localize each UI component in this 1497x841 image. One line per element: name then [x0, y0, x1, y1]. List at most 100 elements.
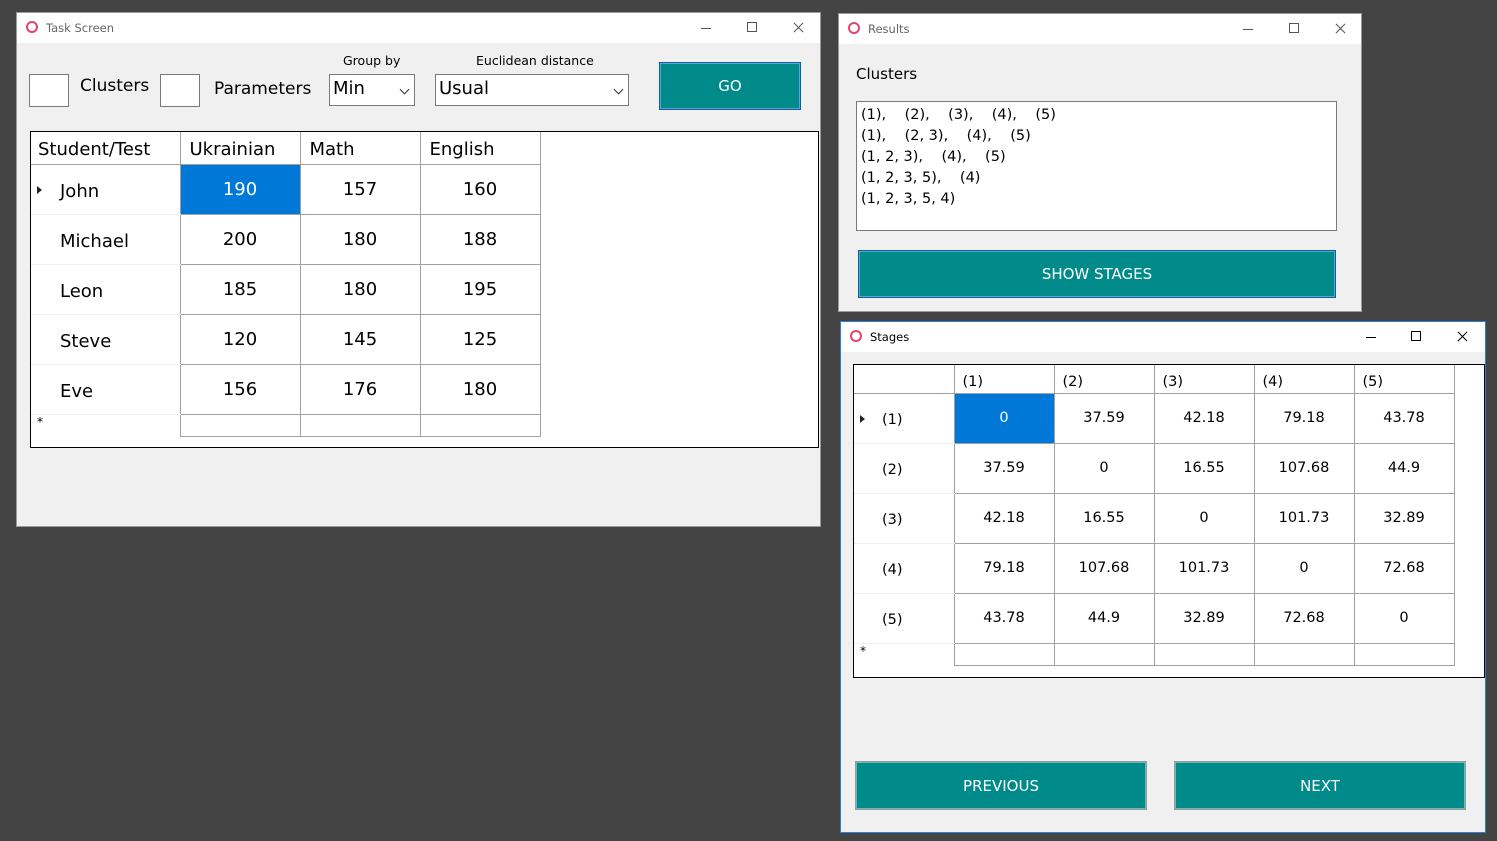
table-cell[interactable]: 180 — [299, 213, 421, 265]
column-header-student-test[interactable]: Student/Test — [31, 132, 181, 165]
table-cell[interactable]: 200 — [179, 213, 301, 265]
column-header-4[interactable]: (4) — [1253, 365, 1355, 394]
table-row[interactable]: (5) 43.78 44.9 32.89 72.68 0 — [854, 592, 1455, 644]
clusters-input[interactable] — [29, 74, 69, 107]
table-row[interactable]: Eve 156 176 180 — [31, 363, 541, 415]
table-cell[interactable]: 32.89 — [1153, 592, 1255, 644]
column-header-ukrainian[interactable]: Ukrainian — [179, 132, 301, 165]
table-cell[interactable]: 180 — [299, 263, 421, 315]
table-cell[interactable]: 0 — [953, 392, 1055, 444]
table-row[interactable]: Leon 185 180 195 — [31, 263, 541, 315]
column-header-3[interactable]: (3) — [1153, 365, 1255, 394]
stages-grid[interactable]: (1) (2) (3) (4) (5) (1) 0 37.59 42.18 79.18 4… — [853, 364, 1485, 678]
table-cell[interactable]: 72.68 — [1353, 542, 1455, 594]
maximize-icon[interactable] — [1271, 14, 1317, 44]
table-cell[interactable]: 188 — [419, 213, 541, 265]
task-screen-titlebar[interactable]: Task Screen — [17, 13, 820, 43]
column-header-2[interactable]: (2) — [1053, 365, 1155, 394]
table-cell[interactable]: 43.78 — [953, 592, 1055, 644]
column-header-english[interactable]: English — [419, 132, 541, 165]
row-header[interactable]: * — [31, 414, 181, 436]
table-cell[interactable]: 79.18 — [953, 542, 1055, 594]
table-cell[interactable]: 120 — [179, 313, 301, 365]
table-cell[interactable]: 42.18 — [953, 492, 1055, 544]
parameters-input[interactable] — [160, 74, 200, 107]
row-header[interactable]: Michael — [31, 214, 181, 265]
table-row[interactable]: (4) 79.18 107.68 101.73 0 72.68 — [854, 542, 1455, 594]
table-cell[interactable]: 42.18 — [1153, 392, 1255, 444]
row-header[interactable]: (3) — [854, 493, 955, 544]
next-button[interactable]: NEXT — [1174, 761, 1466, 810]
table-cell[interactable]: 0 — [1053, 442, 1155, 494]
minimize-icon[interactable] — [1225, 14, 1271, 44]
table-cell[interactable] — [1153, 642, 1255, 666]
distance-select[interactable]: Usual — [435, 74, 629, 106]
table-cell[interactable]: 125 — [419, 313, 541, 365]
group-by-select[interactable]: Min — [329, 74, 415, 106]
table-cell[interactable] — [179, 413, 301, 437]
table-cell[interactable]: 107.68 — [1253, 442, 1355, 494]
close-icon[interactable] — [1317, 14, 1363, 44]
row-header[interactable]: Leon — [31, 264, 181, 315]
table-cell[interactable]: 44.9 — [1053, 592, 1155, 644]
maximize-icon[interactable] — [1393, 322, 1439, 352]
table-cell[interactable]: 176 — [299, 363, 421, 415]
table-cell[interactable]: 195 — [419, 263, 541, 315]
new-row[interactable]: * — [31, 413, 541, 437]
table-row[interactable]: Michael 200 180 188 — [31, 213, 541, 265]
table-cell[interactable]: 43.78 — [1353, 392, 1455, 444]
previous-button[interactable]: PREVIOUS — [855, 761, 1147, 810]
table-cell[interactable]: 0 — [1253, 542, 1355, 594]
table-cell[interactable] — [953, 642, 1055, 666]
table-cell[interactable]: 101.73 — [1153, 542, 1255, 594]
table-cell[interactable]: 16.55 — [1153, 442, 1255, 494]
table-cell[interactable]: 101.73 — [1253, 492, 1355, 544]
row-header[interactable]: (1) — [854, 393, 955, 444]
table-cell[interactable]: 72.68 — [1253, 592, 1355, 644]
row-header[interactable]: * — [854, 643, 955, 665]
column-header-1[interactable]: (1) — [953, 365, 1055, 394]
minimize-icon[interactable] — [1348, 322, 1394, 352]
table-cell[interactable]: 16.55 — [1053, 492, 1155, 544]
table-row[interactable]: Steve 120 145 125 — [31, 313, 541, 365]
new-row[interactable]: * — [854, 642, 1455, 666]
table-cell[interactable]: 32.89 — [1353, 492, 1455, 544]
table-row[interactable]: (1) 0 37.59 42.18 79.18 43.78 — [854, 392, 1455, 444]
table-cell[interactable]: 185 — [179, 263, 301, 315]
minimize-icon[interactable] — [683, 13, 729, 43]
row-header[interactable]: Steve — [31, 314, 181, 365]
table-cell[interactable]: 0 — [1353, 592, 1455, 644]
column-header-math[interactable]: Math — [299, 132, 421, 165]
results-titlebar[interactable]: Results — [839, 14, 1361, 44]
table-row[interactable]: (2) 37.59 0 16.55 107.68 44.9 — [854, 442, 1455, 494]
table-cell[interactable]: 37.59 — [1053, 392, 1155, 444]
show-stages-button[interactable]: SHOW STAGES — [858, 250, 1336, 298]
row-header[interactable]: (5) — [854, 593, 955, 644]
table-cell[interactable]: 190 — [179, 163, 301, 215]
maximize-icon[interactable] — [729, 13, 775, 43]
table-cell[interactable]: 156 — [179, 363, 301, 415]
table-cell[interactable]: 0 — [1153, 492, 1255, 544]
table-cell[interactable]: 107.68 — [1053, 542, 1155, 594]
table-cell[interactable] — [1253, 642, 1355, 666]
table-cell[interactable] — [299, 413, 421, 437]
table-cell[interactable] — [419, 413, 541, 437]
go-button[interactable]: GO — [659, 62, 801, 110]
table-cell[interactable]: 157 — [299, 163, 421, 215]
table-cell[interactable]: 37.59 — [953, 442, 1055, 494]
table-cell[interactable]: 180 — [419, 363, 541, 415]
table-cell[interactable]: 44.9 — [1353, 442, 1455, 494]
table-cell[interactable]: 79.18 — [1253, 392, 1355, 444]
stages-textbox[interactable]: (1), (2), (3), (4), (5) (1), (2, 3), (4)… — [856, 101, 1337, 231]
table-cell[interactable] — [1053, 642, 1155, 666]
students-grid[interactable]: Student/Test Ukrainian Math English John… — [30, 131, 819, 448]
stages-titlebar[interactable]: Stages — [841, 322, 1485, 352]
row-header[interactable]: (2) — [854, 443, 955, 494]
close-icon[interactable] — [1439, 322, 1485, 352]
row-header[interactable]: (4) — [854, 543, 955, 594]
table-row[interactable]: (3) 42.18 16.55 0 101.73 32.89 — [854, 492, 1455, 544]
table-cell[interactable]: 160 — [419, 163, 541, 215]
table-row[interactable]: John 190 157 160 — [31, 163, 541, 215]
table-cell[interactable]: 145 — [299, 313, 421, 365]
table-cell[interactable] — [1353, 642, 1455, 666]
